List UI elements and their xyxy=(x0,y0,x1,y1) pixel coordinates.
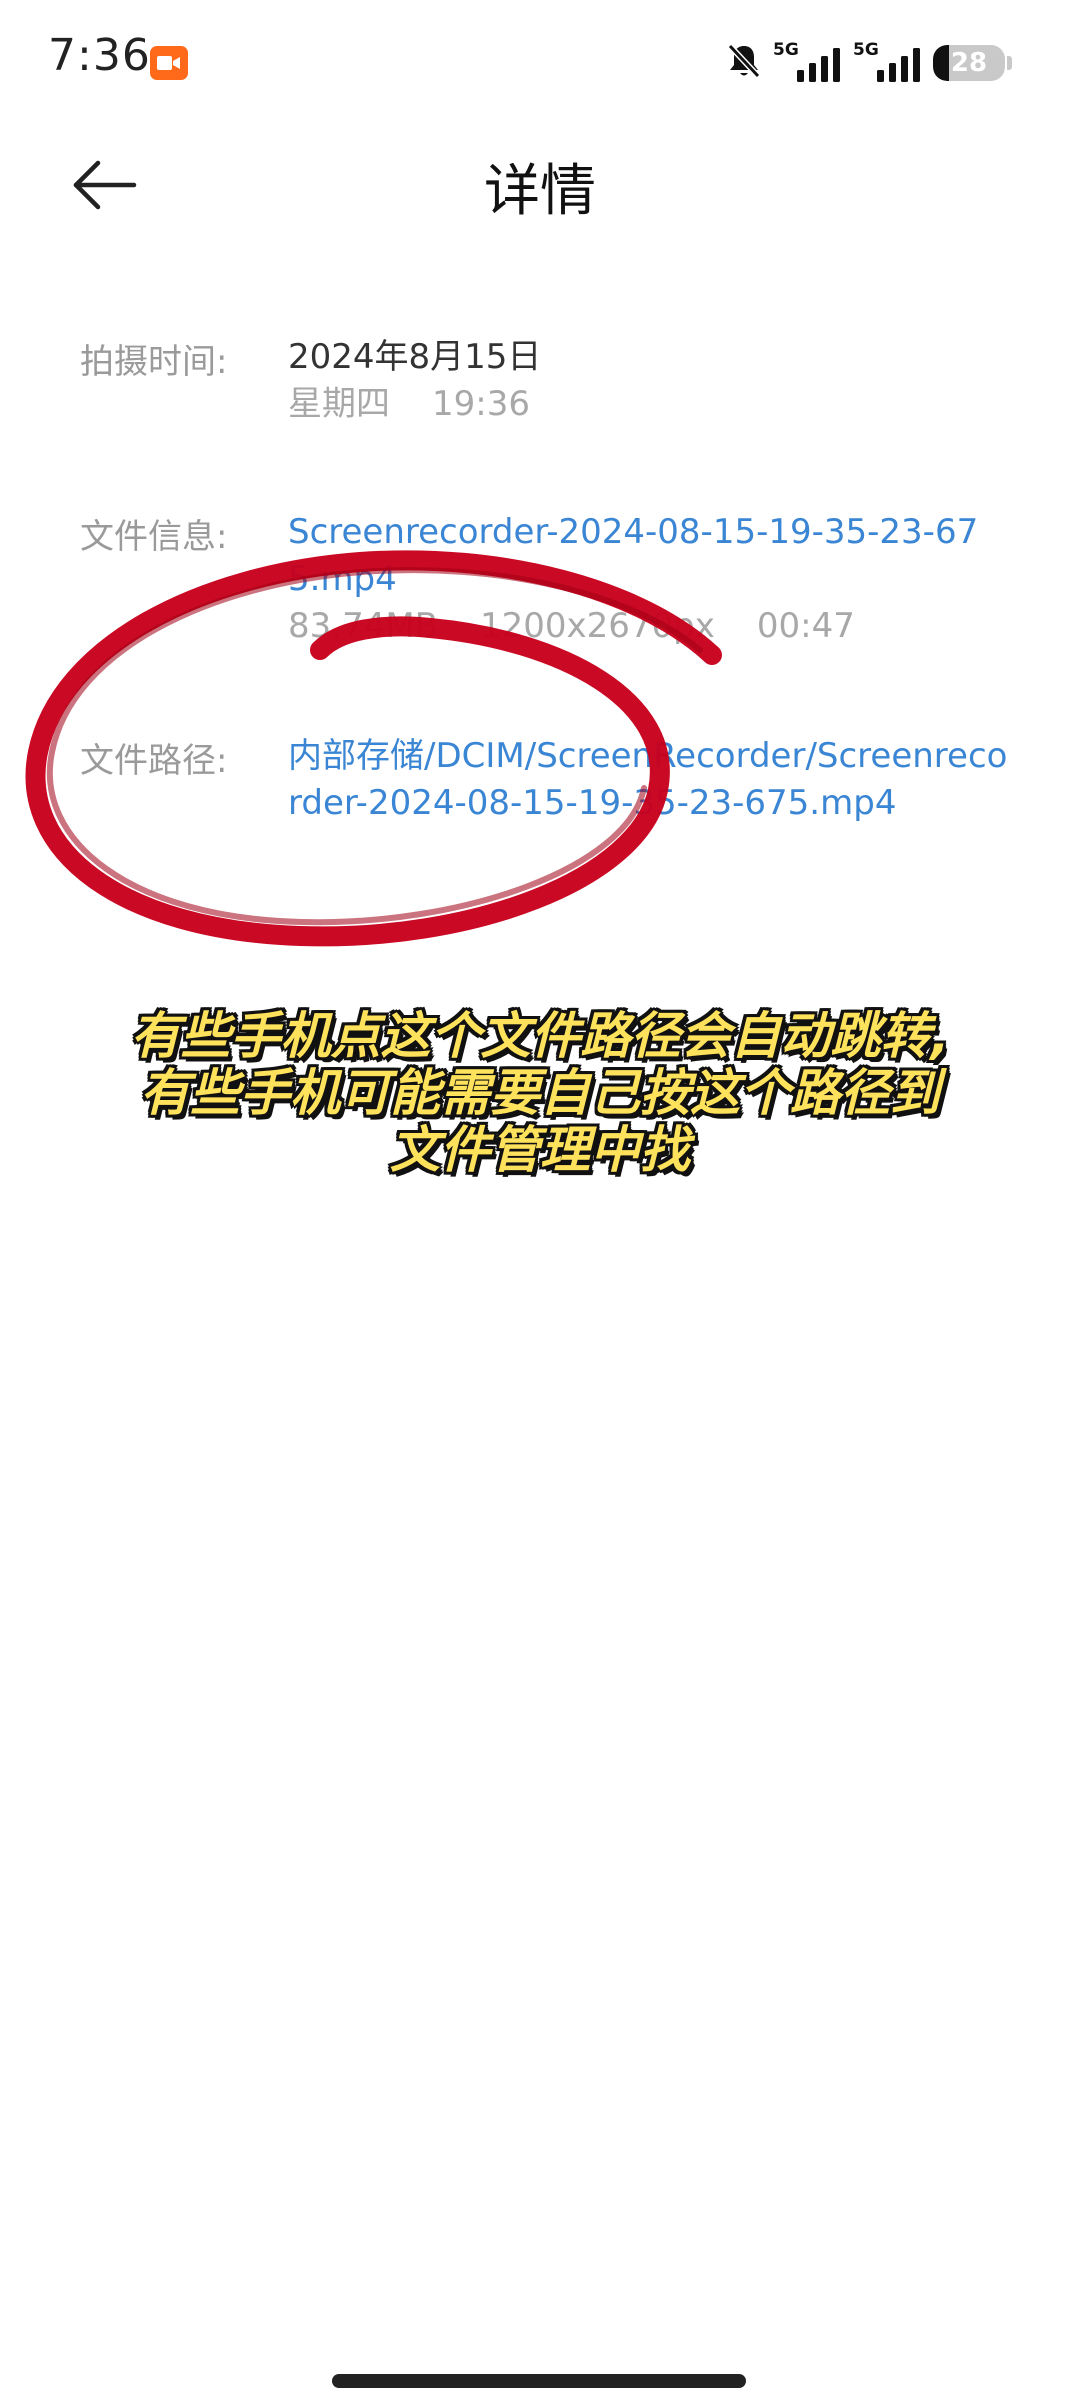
caption-line-2: 有些手机可能需要自己按这个路径到 xyxy=(140,1064,940,1122)
status-bar: 7:36 5G 5G 28 xyxy=(0,0,1080,130)
file-info-label: 文件信息: xyxy=(80,517,228,557)
battery-cap xyxy=(1007,56,1012,70)
video-camera-icon xyxy=(150,46,188,80)
caption-overlay: 有些手机点这个文件路径会自动跳转, 有些手机可能需要自己按这个路径到 文件管理中… xyxy=(0,1008,1080,1179)
file-path-value: 内部存储/DCIM/ScreenRecorder/Screenrecorder-… xyxy=(288,733,1008,827)
network-type-label: 5G xyxy=(853,40,879,60)
status-indicators: 5G 5G 28 xyxy=(727,40,1012,86)
file-resolution: 1200x2670px xyxy=(480,606,715,646)
capture-date: 2024年8月15日 xyxy=(288,337,542,377)
page-title: 详情 xyxy=(484,159,596,224)
bell-off-icon xyxy=(727,43,761,83)
file-name-link[interactable]: Screenrecorder-2024-08-15-19-35-23-675.m… xyxy=(288,509,1008,603)
battery-icon: 28 xyxy=(933,45,1005,81)
file-info-value: Screenrecorder-2024-08-15-19-35-23-675.m… xyxy=(288,509,1008,650)
status-time: 7:36 xyxy=(48,30,151,81)
file-meta: 83.74MB 1200x2670px 00:47 xyxy=(288,603,1008,650)
file-size: 83.74MB xyxy=(288,606,438,646)
capture-time-value: 2024年8月15日 星期四 19:36 xyxy=(288,334,1008,428)
signal-bars-icon: 5G xyxy=(853,40,921,86)
capture-time-label: 拍摄时间: xyxy=(80,342,228,382)
caption-line-3: 文件管理中找 xyxy=(390,1121,690,1179)
header: 详情 xyxy=(0,130,1080,240)
file-path-link[interactable]: 内部存储/DCIM/ScreenRecorder/Screenrecorder-… xyxy=(288,733,1008,827)
home-indicator[interactable] xyxy=(332,2374,746,2388)
signal-bars-icon: 5G xyxy=(773,40,841,86)
capture-weekday: 星期四 xyxy=(288,384,390,424)
capture-weekday-time: 星期四 19:36 xyxy=(288,381,1008,428)
caption-line-1: 有些手机点这个文件路径会自动跳转, xyxy=(130,1007,950,1065)
battery-level: 28 xyxy=(950,48,988,78)
capture-clock: 19:36 xyxy=(432,384,530,424)
network-type-label: 5G xyxy=(773,40,799,60)
file-path-label: 文件路径: xyxy=(80,741,228,781)
file-duration: 00:47 xyxy=(756,606,855,646)
